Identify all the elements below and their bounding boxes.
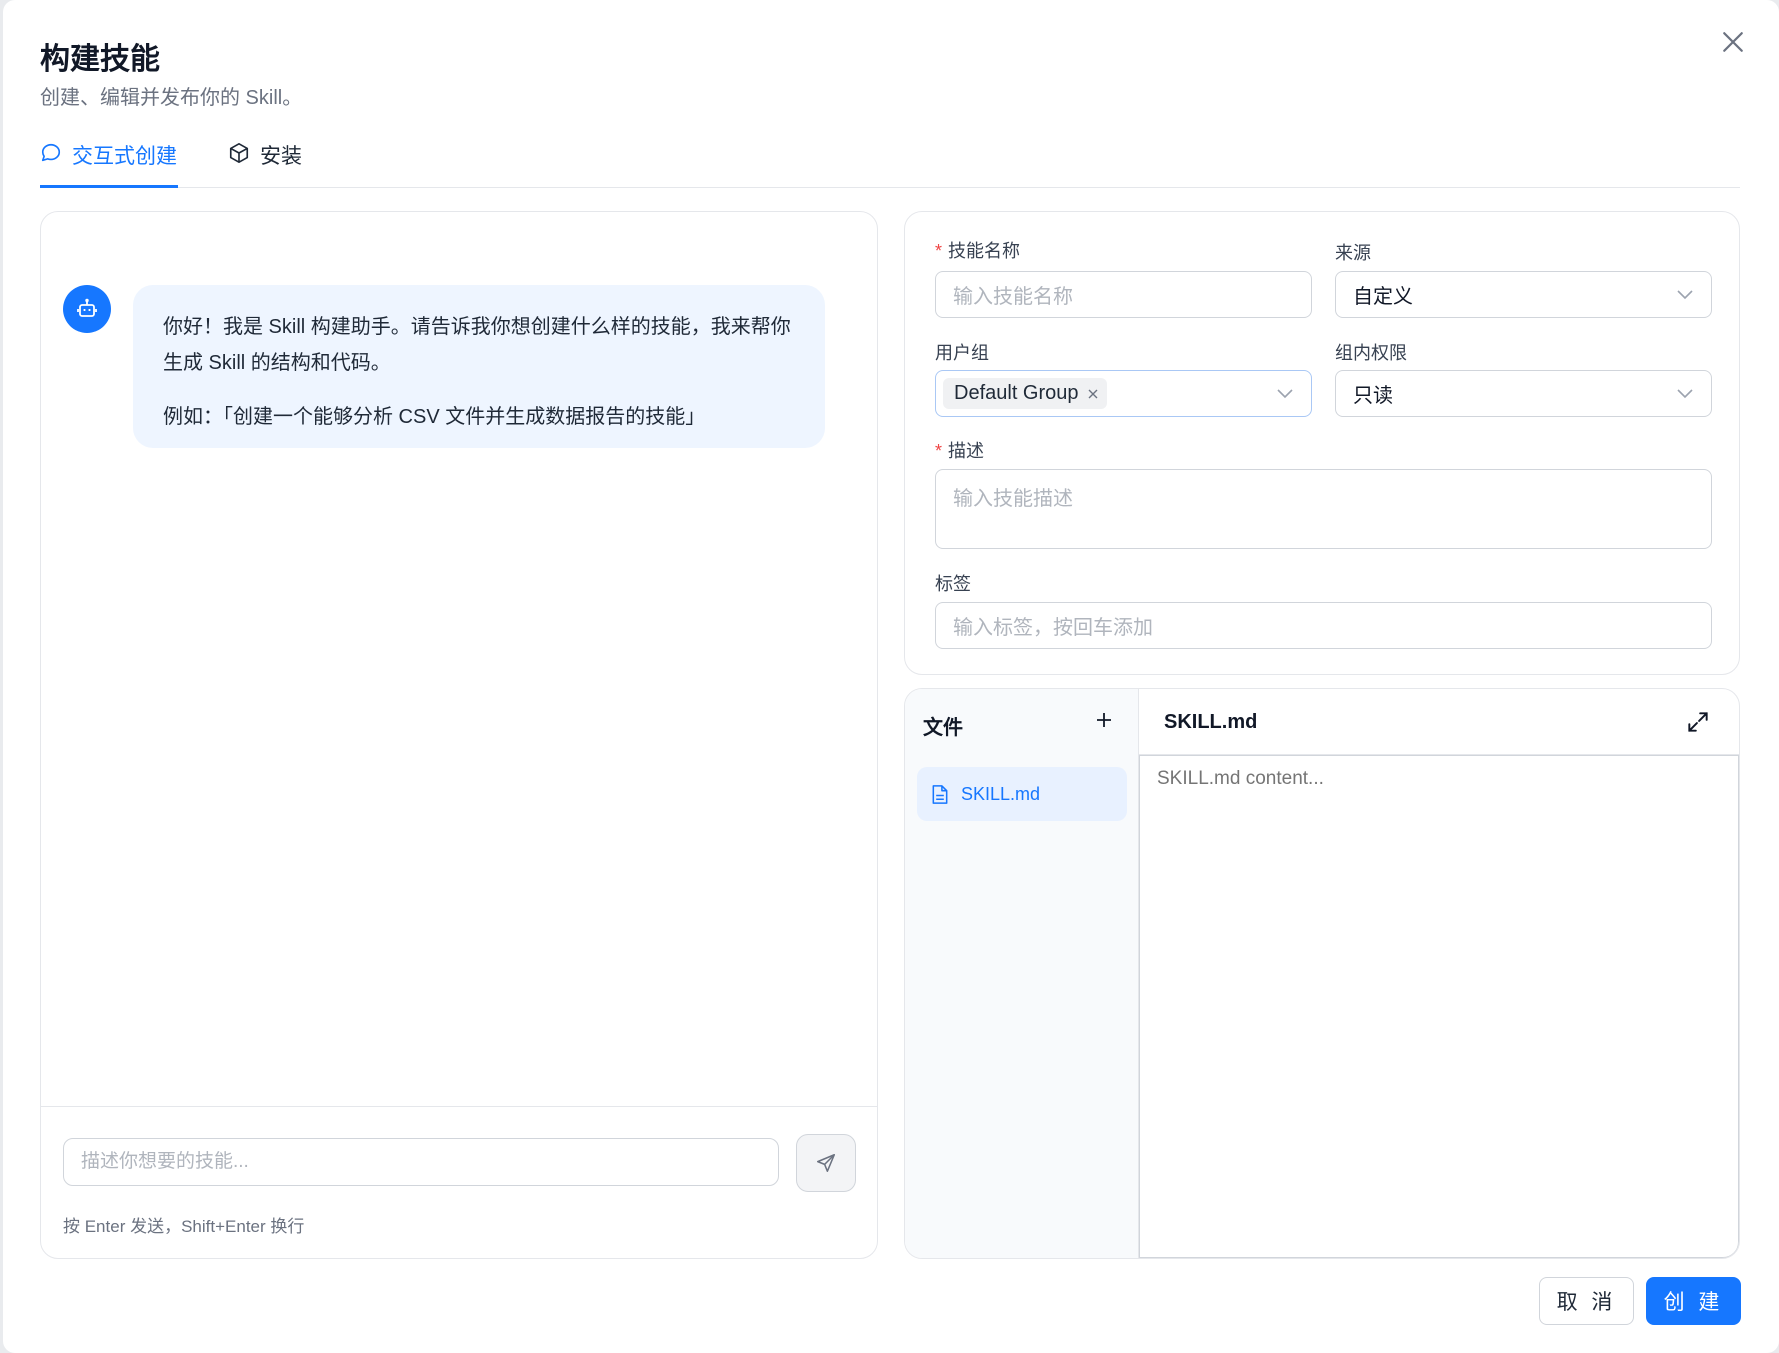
chat-panel: 你好！我是 Skill 构建助手。请告诉我你想创建什么样的技能，我来帮你生成 S… <box>40 211 878 1259</box>
skill-md-editor[interactable] <box>1139 755 1739 1258</box>
permission-label: 组内权限 <box>1335 343 1407 363</box>
group-tag-label: Default Group <box>954 382 1079 404</box>
tab-label: 安装 <box>260 145 302 168</box>
required-mark: * <box>935 241 943 261</box>
chat-bubble-icon <box>41 143 61 162</box>
plus-icon <box>1097 713 1111 727</box>
user-group-select[interactable]: Default Group <box>935 370 1312 417</box>
add-file-button[interactable] <box>1091 707 1117 733</box>
assistant-message: 你好！我是 Skill 构建助手。请告诉我你想创建什么样的技能，我来帮你生成 S… <box>133 285 825 448</box>
robot-icon <box>77 298 97 317</box>
tags-input[interactable]: 输入标签，按回车添加 <box>935 602 1712 649</box>
send-hint: 按 Enter 发送，Shift+Enter 换行 <box>63 1217 305 1236</box>
file-item-skill-md[interactable]: SKILL.md <box>917 767 1127 821</box>
bot-avatar <box>63 285 111 333</box>
description-label: * 描述 <box>935 437 984 463</box>
tab-interactive-create[interactable]: 交互式创建 <box>40 140 178 188</box>
close-icon[interactable] <box>1087 388 1099 400</box>
name-label: * 技能名称 <box>935 237 1020 263</box>
build-skill-dialog: 构建技能 创建、编辑并发布你的 Skill。 交互式创建 安装 你好！我是 Sk… <box>3 0 1779 1353</box>
files-panel: 文件 SKILL.md SKILL.md <box>904 688 1740 1259</box>
source-value: 自定义 <box>1353 286 1413 308</box>
permission-select[interactable]: 只读 <box>1335 370 1712 417</box>
required-mark: * <box>935 441 943 461</box>
chevron-down-icon <box>1677 388 1693 398</box>
dialog-title: 构建技能 <box>40 43 160 76</box>
group-label: 用户组 <box>935 343 989 363</box>
cancel-button[interactable]: 取 消 <box>1539 1277 1634 1325</box>
expand-icon[interactable] <box>1685 709 1711 735</box>
create-button[interactable]: 创 建 <box>1646 1277 1741 1325</box>
permission-value: 只读 <box>1353 385 1393 407</box>
file-name: SKILL.md <box>961 783 1041 804</box>
message-text: 你好！我是 Skill 构建助手。请告诉我你想创建什么样的技能，我来帮你生成 S… <box>163 316 791 374</box>
editor-title: SKILL.md <box>1164 711 1258 733</box>
skill-name-input[interactable]: 输入技能名称 <box>935 271 1312 318</box>
chevron-down-icon <box>1677 289 1693 299</box>
source-select[interactable]: 自定义 <box>1335 271 1712 318</box>
divider <box>41 1106 877 1107</box>
label-text: 描述 <box>948 441 985 461</box>
package-icon <box>229 143 249 163</box>
close-icon[interactable] <box>1718 27 1748 57</box>
tab-bar: 交互式创建 安装 <box>40 128 1740 188</box>
label-text: 技能名称 <box>948 241 1021 261</box>
chat-input[interactable] <box>63 1138 779 1186</box>
source-label: 来源 <box>1335 243 1371 263</box>
send-button[interactable] <box>796 1134 856 1192</box>
tab-install[interactable]: 安装 <box>228 140 302 188</box>
file-icon <box>932 784 948 804</box>
tags-label: 标签 <box>935 574 971 594</box>
chevron-down-icon <box>1277 388 1293 398</box>
editor-header: SKILL.md <box>1139 689 1739 755</box>
description-textarea[interactable]: 输入技能描述 <box>935 469 1712 549</box>
message-example: 例如：「创建一个能够分析 CSV 文件并生成数据报告的技能」 <box>163 406 706 428</box>
file-sidebar: 文件 SKILL.md <box>905 689 1139 1258</box>
files-header: 文件 <box>923 717 963 739</box>
group-tag: Default Group <box>943 378 1107 409</box>
tab-label: 交互式创建 <box>72 145 177 168</box>
dialog-subtitle: 创建、编辑并发布你的 Skill。 <box>40 87 303 109</box>
skill-form: * 技能名称 输入技能名称 来源 自定义 用户组 Default Group 组内… <box>904 211 1740 675</box>
send-icon <box>816 1153 836 1173</box>
